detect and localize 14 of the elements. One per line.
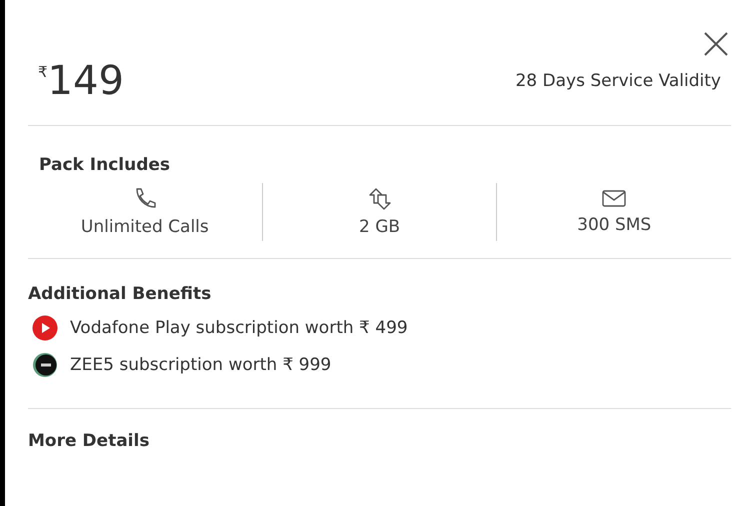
feature-label: Unlimited Calls — [80, 217, 209, 237]
play-logo-icon — [32, 315, 58, 341]
section-title: Pack Includes — [38, 155, 172, 175]
benefit-text: ZEE5 subscription worth ₹ 999 — [70, 355, 332, 375]
close-icon[interactable] — [703, 31, 729, 57]
currency-symbol: ₹ — [38, 63, 48, 81]
section-title: Additional Benefits — [28, 284, 212, 304]
price-amount: 149 — [48, 59, 124, 103]
more-details-link[interactable]: More Details — [28, 431, 731, 451]
validity-text: 28 Days Service Validity — [515, 71, 721, 91]
up-down-arrows-icon — [366, 187, 392, 211]
feature-label: 2 GB — [358, 217, 400, 237]
benefit-text: Vodafone Play subscription worth ₹ 499 — [70, 318, 408, 338]
feature-label: 300 SMS — [577, 215, 652, 235]
